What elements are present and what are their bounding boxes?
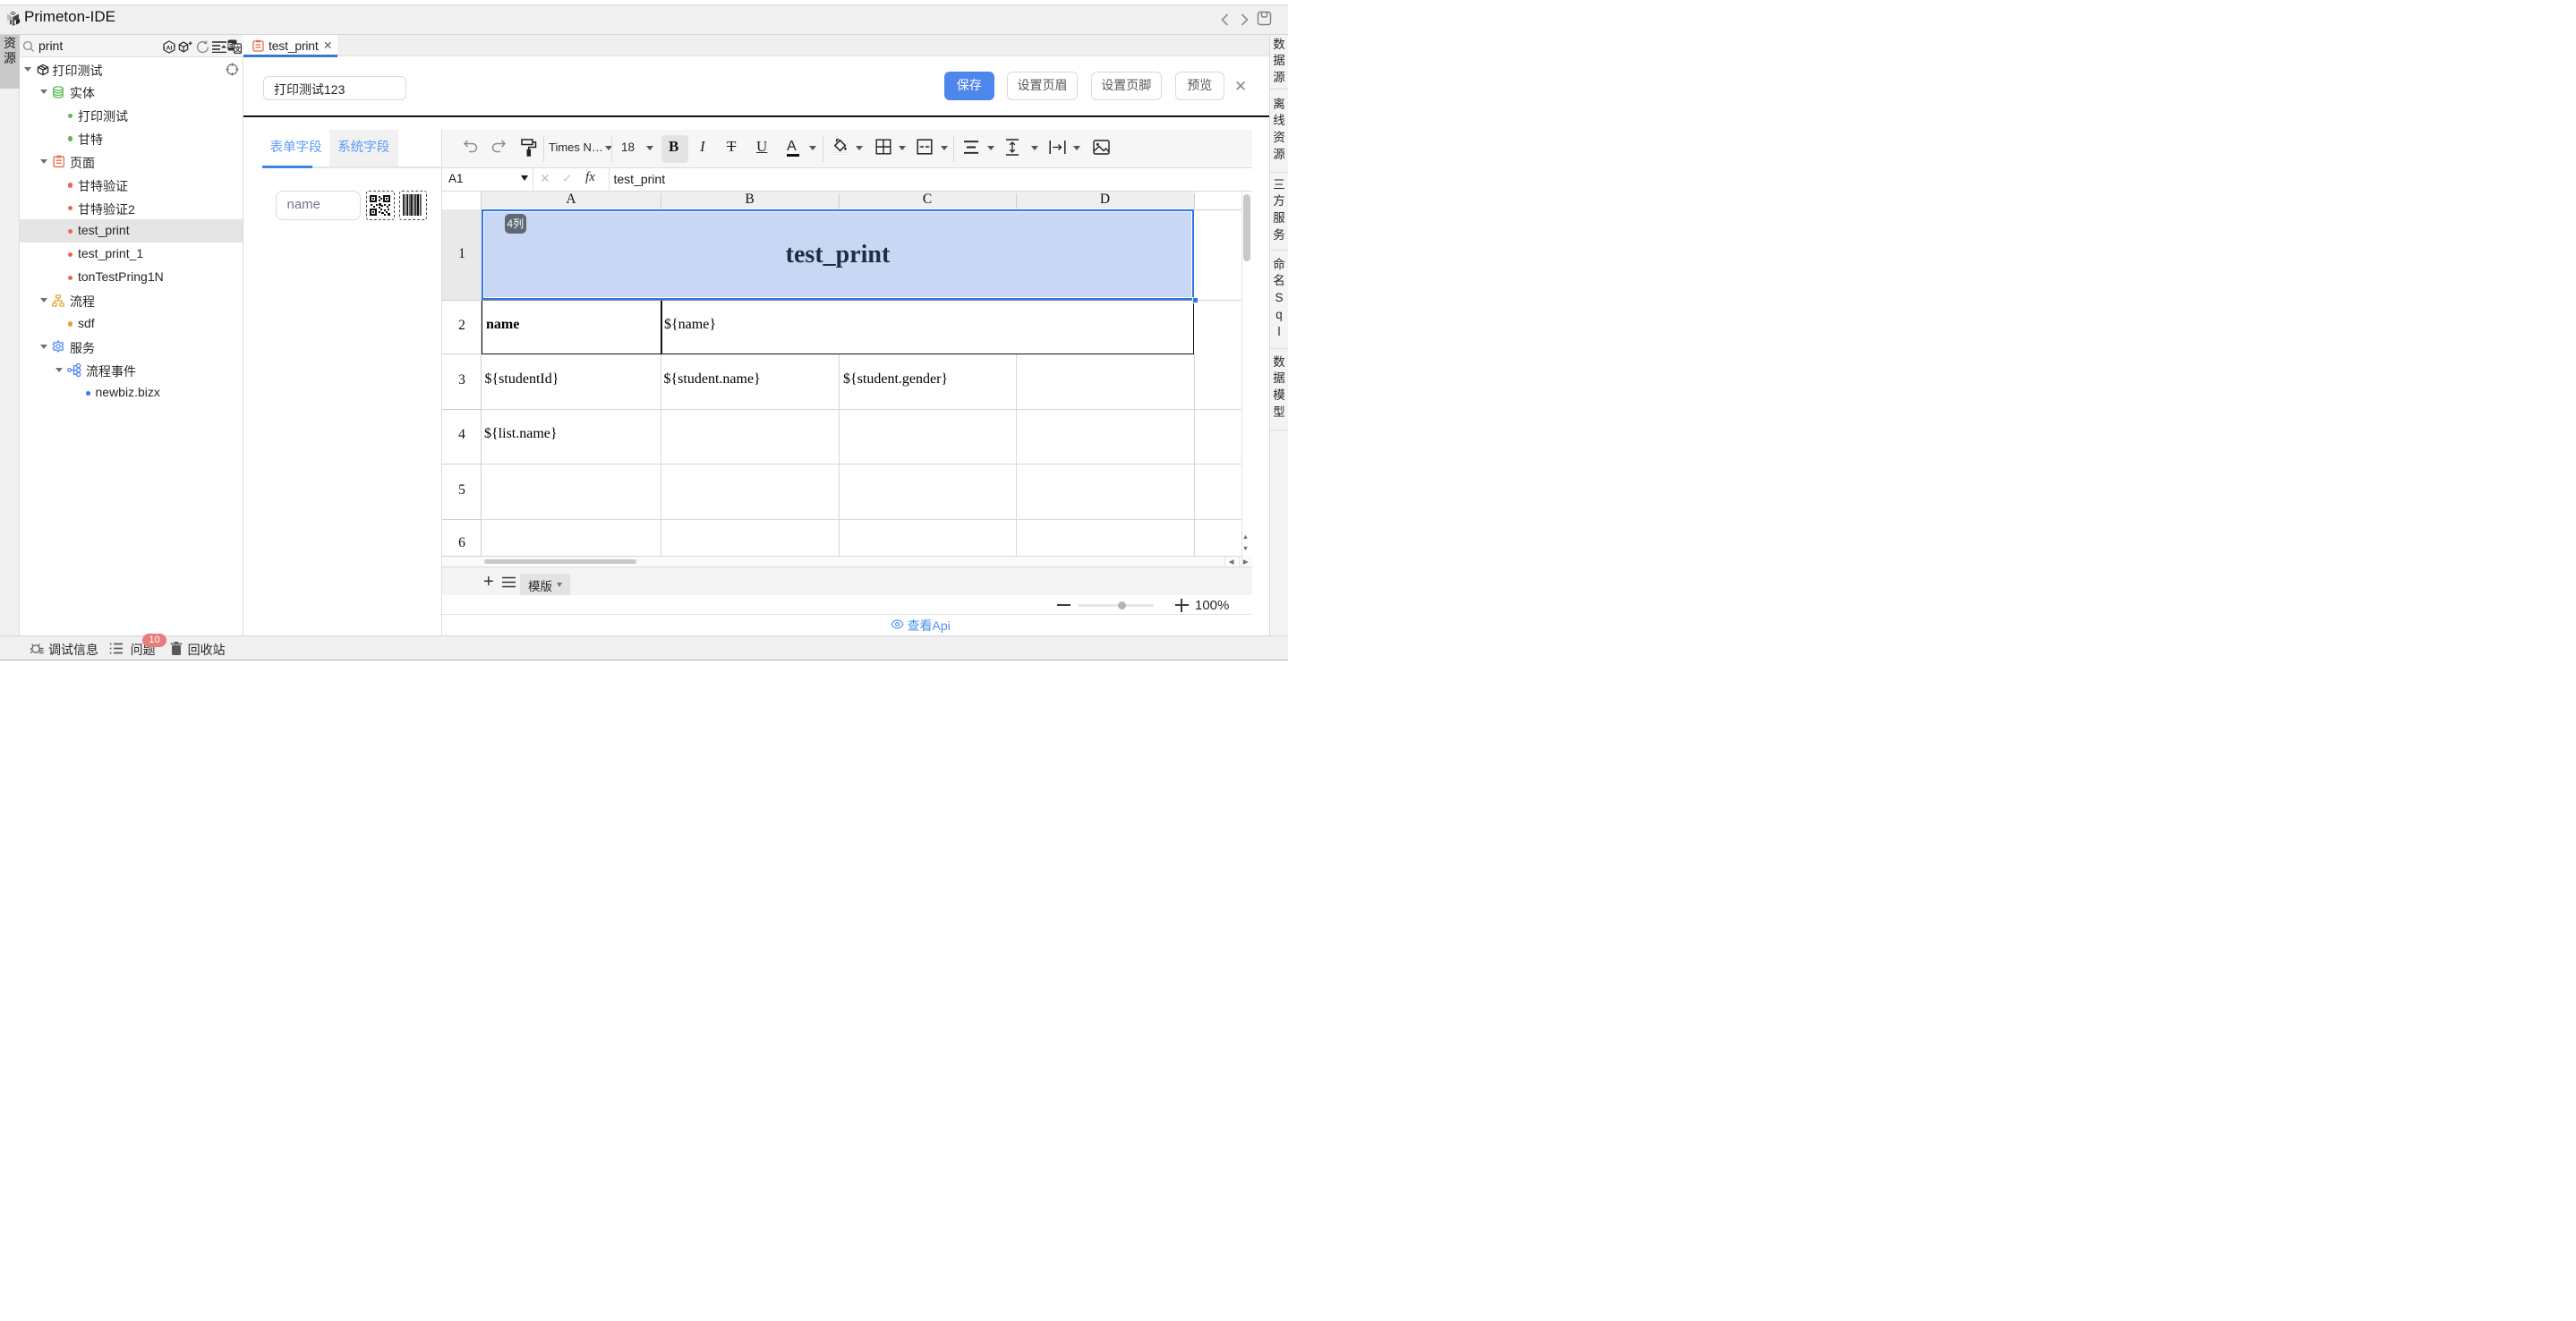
svg-text:文: 文	[235, 45, 242, 54]
svg-text:AI: AI	[166, 45, 173, 51]
